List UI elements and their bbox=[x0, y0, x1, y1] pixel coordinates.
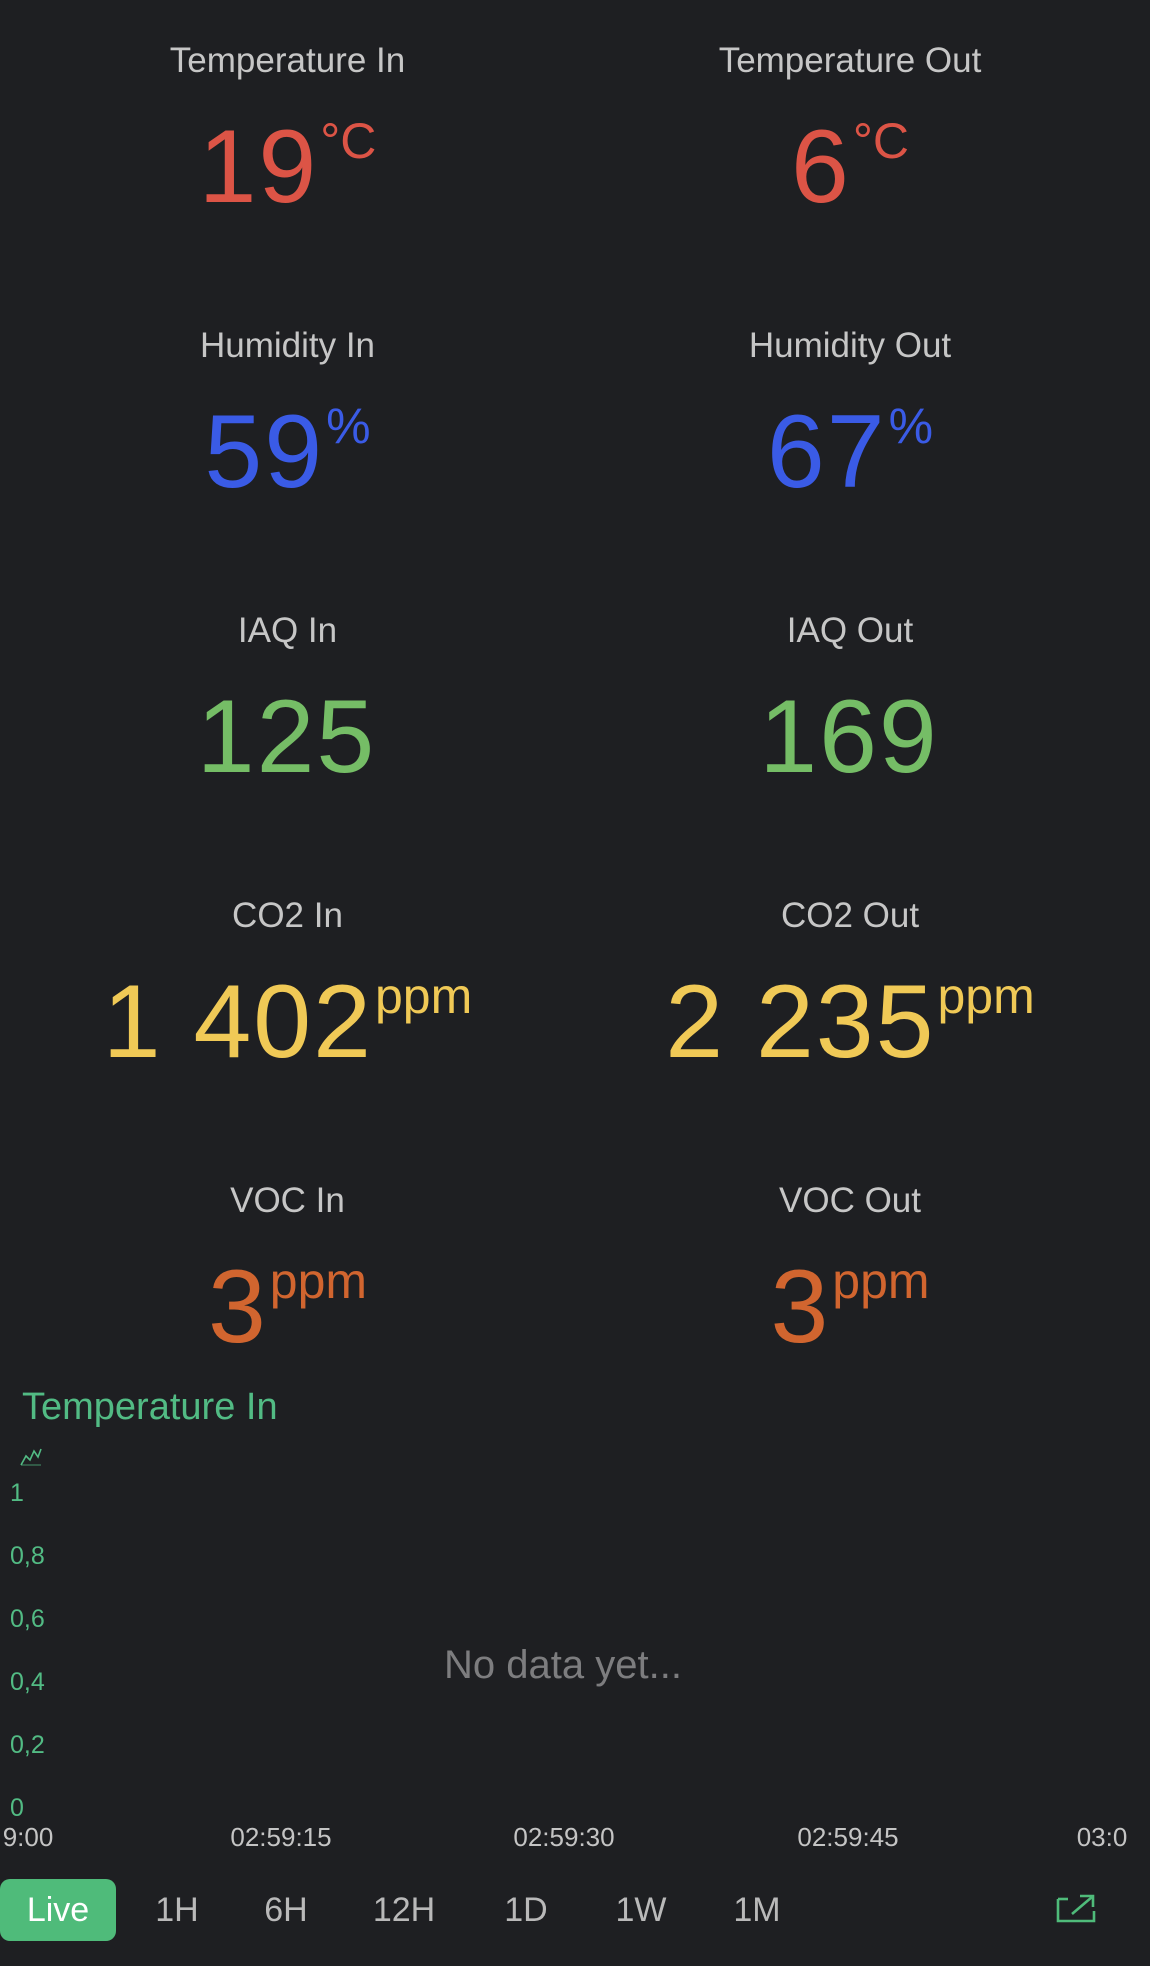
tile-value: 169 bbox=[575, 656, 1125, 823]
tile-unit: ppm bbox=[375, 968, 473, 1024]
tile-unit: °C bbox=[320, 113, 377, 169]
x-tick-label: 02:59:15 bbox=[230, 1822, 332, 1852]
tile-value: 6°C bbox=[575, 86, 1125, 253]
range-button-1w[interactable]: 1W bbox=[616, 1879, 667, 1941]
tile-number: 3 bbox=[770, 1249, 831, 1365]
tile-label: Temperature In bbox=[169, 41, 406, 80]
range-button-1h[interactable]: 1H bbox=[155, 1879, 198, 1941]
tile-value: 1 402ppm bbox=[0, 941, 575, 1108]
tile-label: Humidity Out bbox=[748, 326, 952, 365]
tile-number: 3 bbox=[207, 1249, 268, 1365]
x-tick-label: 9:00 bbox=[2, 1822, 54, 1852]
tile-number: 169 bbox=[759, 679, 939, 795]
tile-temperature-out[interactable]: Temperature Out 6°C bbox=[575, 40, 1125, 253]
tile-label: CO2 Out bbox=[780, 896, 920, 935]
tile-unit: ppm bbox=[937, 968, 1035, 1024]
tile-humidity-in[interactable]: Humidity In 59% bbox=[0, 325, 575, 538]
tile-temperature-in[interactable]: Temperature In 19°C bbox=[0, 40, 575, 253]
y-tick-label: 0 bbox=[10, 1794, 24, 1822]
range-button-live[interactable]: Live bbox=[0, 1879, 116, 1941]
tile-label: IAQ Out bbox=[786, 611, 914, 650]
tile-label: VOC Out bbox=[779, 1181, 921, 1220]
tile-unit: % bbox=[326, 398, 371, 454]
tile-unit: ppm bbox=[832, 1253, 930, 1309]
tile-number: 67 bbox=[766, 394, 887, 510]
tile-number: 59 bbox=[204, 394, 325, 510]
tile-unit: % bbox=[888, 398, 934, 454]
tile-label: CO2 In bbox=[232, 896, 343, 935]
x-tick-label: 03:0 bbox=[1076, 1822, 1128, 1852]
range-button-1m[interactable]: 1M bbox=[733, 1879, 780, 1941]
tile-number: 125 bbox=[196, 679, 377, 795]
range-button-6h[interactable]: 6H bbox=[264, 1879, 307, 1941]
tile-humidity-out[interactable]: Humidity Out 67% bbox=[575, 325, 1125, 538]
tile-value: 67% bbox=[575, 371, 1125, 538]
tile-voc-in[interactable]: VOC In 3ppm bbox=[0, 1180, 575, 1393]
empty-chart-message: No data yet... bbox=[444, 1643, 682, 1687]
tile-number: 2 235 bbox=[665, 964, 936, 1080]
tile-co2-out[interactable]: CO2 Out 2 235ppm bbox=[575, 895, 1125, 1108]
y-tick-label: 0,2 bbox=[10, 1731, 45, 1759]
tile-value: 59% bbox=[0, 371, 575, 538]
x-tick-label: 02:59:45 bbox=[797, 1822, 899, 1852]
y-tick-label: 1 bbox=[10, 1479, 24, 1507]
range-button-1d[interactable]: 1D bbox=[504, 1879, 547, 1941]
tile-value: 2 235ppm bbox=[575, 941, 1125, 1108]
tile-value: 3ppm bbox=[0, 1226, 575, 1393]
tile-number: 19 bbox=[198, 109, 319, 225]
tile-value: 19°C bbox=[0, 86, 575, 253]
tile-unit: ppm bbox=[269, 1253, 368, 1309]
tile-voc-out[interactable]: VOC Out 3ppm bbox=[575, 1180, 1125, 1393]
tile-value: 125 bbox=[0, 656, 575, 823]
tile-label: IAQ In bbox=[237, 611, 338, 650]
y-tick-label: 0,8 bbox=[10, 1542, 45, 1570]
tile-number: 1 402 bbox=[102, 964, 373, 1080]
line-chart-icon[interactable] bbox=[20, 1448, 42, 1466]
time-range-selector: Live 1H 6H 12H 1D 1W 1M bbox=[0, 1879, 1150, 1941]
tile-co2-in[interactable]: CO2 In 1 402ppm bbox=[0, 895, 575, 1108]
chart-title: Temperature In bbox=[22, 1386, 278, 1428]
tile-label: Humidity In bbox=[199, 326, 376, 365]
tile-number: 6 bbox=[791, 109, 851, 225]
tile-label: Temperature Out bbox=[718, 41, 982, 80]
x-tick-label: 02:59:30 bbox=[513, 1822, 615, 1852]
bottom-strip bbox=[0, 1956, 1150, 1966]
tile-label: VOC In bbox=[230, 1181, 345, 1220]
tile-unit: °C bbox=[852, 113, 909, 169]
range-button-12h[interactable]: 12H bbox=[373, 1879, 435, 1941]
tile-iaq-in[interactable]: IAQ In 125 bbox=[0, 610, 575, 823]
tile-value: 3ppm bbox=[575, 1226, 1125, 1393]
tile-iaq-out[interactable]: IAQ Out 169 bbox=[575, 610, 1125, 823]
open-external-icon[interactable] bbox=[1054, 1893, 1098, 1925]
y-tick-label: 0,6 bbox=[10, 1605, 45, 1633]
